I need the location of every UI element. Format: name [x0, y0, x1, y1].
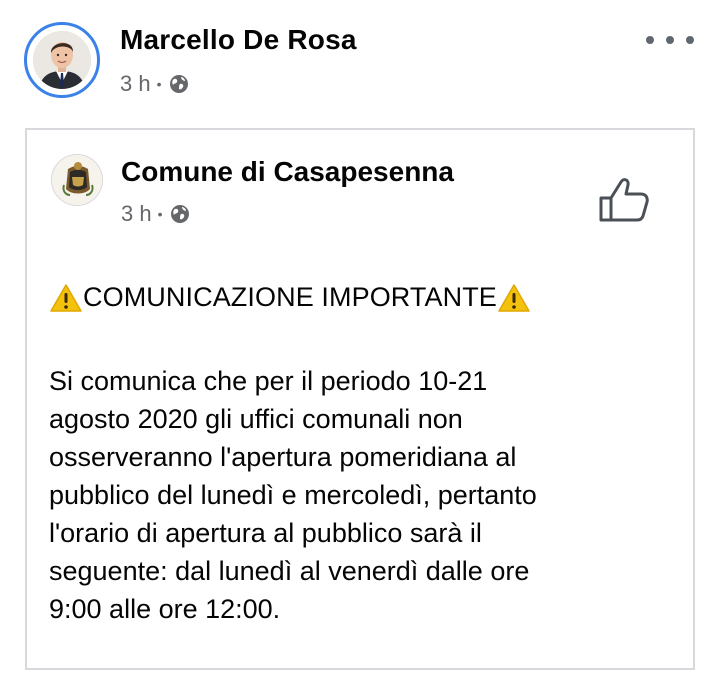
meta-separator: • [156, 76, 162, 92]
warning-sign-icon [49, 283, 83, 313]
more-dot [646, 36, 654, 44]
meta-separator: • [157, 206, 163, 222]
globe-icon[interactable] [168, 73, 190, 95]
warning-sign-icon [497, 283, 531, 313]
more-options-icon[interactable] [646, 26, 694, 54]
page-name[interactable]: Comune di Casapesenna [121, 156, 454, 188]
page-avatar[interactable] [51, 154, 103, 206]
author-name[interactable]: Marcello De Rosa [120, 24, 357, 56]
thumbs-up-icon[interactable] [597, 174, 653, 226]
more-dot [686, 36, 694, 44]
shared-post-meta: 3 h • [121, 200, 191, 228]
shared-post-card[interactable]: Comune di Casapesenna 3 h • COMUNICAZION… [25, 128, 695, 670]
globe-icon[interactable] [169, 203, 191, 225]
post-header: Marcello De Rosa 3 h • [0, 0, 720, 120]
author-avatar[interactable] [33, 31, 91, 89]
post-headline: COMUNICAZIONE IMPORTANTE [49, 282, 531, 313]
author-avatar-ring[interactable] [24, 22, 100, 98]
post-body-text: Si comunica che per il periodo 10-21 ago… [49, 366, 537, 624]
shared-post-timestamp[interactable]: 3 h [121, 201, 152, 227]
more-dot [666, 36, 674, 44]
post-meta: 3 h • [120, 70, 190, 98]
post-timestamp[interactable]: 3 h [120, 71, 151, 97]
headline-text: COMUNICAZIONE IMPORTANTE [83, 282, 497, 312]
